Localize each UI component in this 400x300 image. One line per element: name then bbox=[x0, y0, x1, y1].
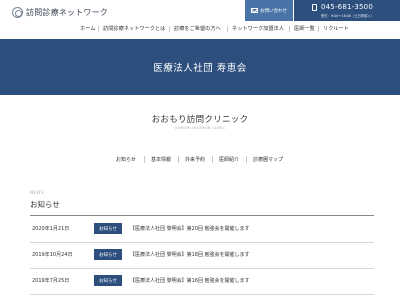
news-date: 2019年10月24日 bbox=[32, 252, 73, 258]
contact-label: お問い合わせ bbox=[260, 8, 287, 14]
nav-item-member-corporations[interactable]: ネットワーク加盟法人 bbox=[232, 25, 284, 32]
news-heading: お知らせ bbox=[30, 200, 60, 209]
subnav-item-basic-info[interactable]: 基本情報 bbox=[151, 156, 171, 163]
nav-item-patients[interactable]: 診療をご希望の方へ bbox=[174, 25, 221, 32]
subnav-item-service-area-map[interactable]: 診療圏マップ bbox=[253, 156, 283, 163]
nav-item-about-network[interactable]: 訪問診療ネットワークとは bbox=[103, 25, 165, 32]
news-category-badge: お知らせ bbox=[94, 223, 122, 234]
nav-divider bbox=[318, 26, 319, 32]
nav-divider bbox=[169, 26, 170, 32]
clinic-name: おおもり訪問クリニック bbox=[151, 115, 249, 125]
logo-mark-icon bbox=[12, 7, 23, 18]
news-divider bbox=[30, 215, 374, 216]
news-item[interactable]: 2020年1月21日 お知らせ 【医療法人社団 黎明会】第20回 勉強会を開催し… bbox=[30, 217, 374, 241]
nav-item-home[interactable]: ホーム bbox=[80, 25, 95, 32]
subnav-item-doctors[interactable]: 医師紹介 bbox=[219, 156, 239, 163]
clinic-subnav: お知らせ 基本情報 外来予約 医師紹介 診療圏マップ bbox=[0, 156, 400, 164]
news-date: 2020年1月21日 bbox=[32, 226, 70, 232]
subnav-divider bbox=[144, 156, 145, 163]
news-date: 2019年7月25日 bbox=[32, 278, 70, 284]
subnav-divider bbox=[212, 156, 213, 163]
subnav-item-news[interactable]: お知らせ bbox=[116, 156, 136, 163]
news-row-divider bbox=[30, 294, 374, 295]
subnav-divider bbox=[178, 156, 179, 163]
contact-button[interactable]: お問い合わせ bbox=[245, 0, 293, 21]
page-banner: 医療法人社団 寿恵会 bbox=[0, 39, 400, 95]
nav-item-doctors[interactable]: 医師一覧 bbox=[294, 25, 315, 32]
main-nav: ホーム 訪問診療ネットワークとは 診療をご希望の方へ ネットワーク加盟法人 医師… bbox=[0, 25, 400, 35]
news-eyebrow: NEWS bbox=[30, 190, 45, 195]
subnav-divider bbox=[246, 156, 247, 163]
phone-number: 045-681-3500 bbox=[321, 3, 373, 11]
phone-contact[interactable]: 045-681-3500 受付：9:00～18:00（土日祝除く） bbox=[294, 0, 400, 21]
news-item[interactable]: 2019年10月24日 お知らせ 【医療法人社団 黎明会】第18回 勉強会を開催… bbox=[30, 243, 374, 267]
page-title: 医療法人社団 寿恵会 bbox=[153, 63, 247, 74]
site-header: 訪問診療ネットワーク お問い合わせ 045-681-3500 受付：9:00～1… bbox=[0, 0, 400, 39]
phone-icon bbox=[312, 4, 317, 11]
mail-icon bbox=[251, 8, 258, 13]
news-category-badge: お知らせ bbox=[94, 275, 122, 286]
news-category-badge: お知らせ bbox=[94, 249, 122, 260]
phone-hours: 受付：9:00～18:00（土日祝除く） bbox=[321, 14, 375, 18]
news-item[interactable]: 2019年7月25日 お知らせ 【医療法人社団 黎明会】第16回 勉強会を開催し… bbox=[30, 269, 374, 293]
nav-divider bbox=[289, 26, 290, 32]
news-title[interactable]: 【医療法人社団 黎明会】第16回 勉強会を開催します bbox=[130, 277, 250, 284]
logo-text: 訪問診療ネットワーク bbox=[26, 8, 108, 17]
clinic-romaji: OHMORI HOUMON CLINIC bbox=[174, 126, 226, 130]
nav-divider bbox=[98, 26, 99, 32]
logo[interactable]: 訪問診療ネットワーク bbox=[12, 7, 108, 18]
news-title[interactable]: 【医療法人社団 黎明会】第18回 勉強会を開催します bbox=[130, 251, 250, 258]
nav-divider bbox=[227, 26, 228, 32]
news-title[interactable]: 【医療法人社団 黎明会】第20回 勉強会を開催します bbox=[130, 225, 250, 232]
subnav-item-outpatient-booking[interactable]: 外来予約 bbox=[185, 156, 205, 163]
nav-item-recruit[interactable]: リクルート bbox=[323, 25, 349, 32]
